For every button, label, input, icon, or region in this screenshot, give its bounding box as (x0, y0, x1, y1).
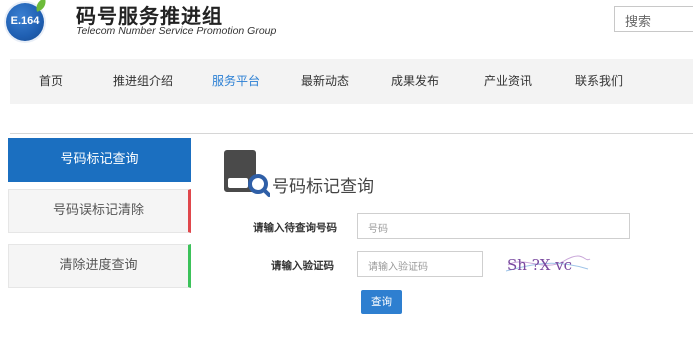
nav-item-contact[interactable]: 联系我们 (575, 59, 623, 104)
nav-item-results[interactable]: 成果发布 (391, 59, 439, 104)
number-input[interactable]: 号码 (357, 213, 630, 239)
nav-item-news[interactable]: 最新动态 (301, 59, 349, 104)
number-label: 请输入待查询号码 (253, 222, 337, 234)
nav-item-industry[interactable]: 产业资讯 (484, 59, 532, 104)
sidebar-item-progress-query[interactable]: 清除进度查询 (8, 244, 191, 288)
search-input[interactable]: 搜索 (614, 6, 693, 32)
nav-item-about[interactable]: 推进组介绍 (113, 59, 173, 104)
main-nav: 首页 推进组介绍 服务平台 最新动态 成果发布 产业资讯 联系我们 (10, 59, 693, 104)
captcha-text: Sh ?X vc (507, 256, 572, 274)
site-logo[interactable]: E.164 (6, 0, 49, 41)
sidebar-item-number-query[interactable]: 号码标记查询 (8, 138, 191, 182)
header-divider (10, 133, 693, 134)
sidebar-item-mislabel-clear[interactable]: 号码误标记清除 (8, 189, 191, 233)
captcha-image[interactable]: Sh ?X vc (504, 251, 592, 277)
page-title: 号码标记查询 (272, 177, 374, 197)
logo-leaf-icon (33, 0, 49, 12)
site-subtitle: Telecom Number Service Promotion Group (76, 25, 277, 37)
nav-item-home[interactable]: 首页 (39, 59, 63, 104)
captcha-input[interactable]: 请输入验证码 (357, 251, 483, 277)
nav-item-service-platform[interactable]: 服务平台 (212, 59, 260, 104)
query-button[interactable]: 查询 (361, 290, 402, 314)
captcha-label: 请输入验证码 (271, 260, 334, 272)
document-search-icon (224, 150, 270, 197)
logo-text: E.164 (10, 15, 40, 27)
